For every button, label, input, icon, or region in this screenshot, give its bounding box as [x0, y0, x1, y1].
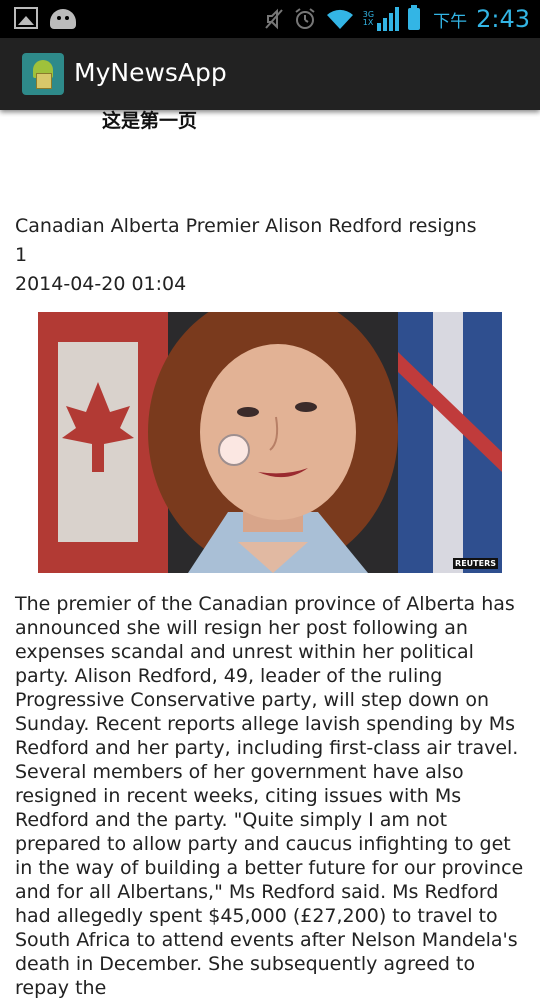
android-icon [50, 9, 76, 29]
status-bar: 3G 1X 下午 2:43 [0, 0, 540, 38]
news-date: 2014-04-20 01:04 [15, 273, 187, 295]
news-count: 1 [15, 244, 28, 266]
image-credit: REUTERS [453, 558, 498, 569]
news-body: The premier of the Canadian province of … [15, 593, 524, 999]
signal-icon [377, 7, 400, 31]
app-title: MyNewsApp [74, 58, 227, 87]
action-bar: MyNewsApp [0, 38, 540, 110]
mute-icon [264, 8, 284, 30]
touch-indicator [218, 434, 250, 466]
news-title: Canadian Alberta Premier Alison Redford … [15, 215, 477, 237]
gallery-icon [14, 7, 38, 29]
android-app-icon[interactable] [22, 53, 64, 95]
network-type-label: 3G 1X [362, 10, 375, 27]
status-ampm: 下午 [433, 11, 468, 32]
news-image: REUTERS [38, 312, 502, 573]
battery-icon [408, 5, 421, 30]
wifi-icon [326, 8, 354, 30]
page-header: 这是第一页 [102, 110, 198, 132]
status-time: 2:43 [476, 5, 530, 33]
alarm-icon [293, 7, 317, 31]
